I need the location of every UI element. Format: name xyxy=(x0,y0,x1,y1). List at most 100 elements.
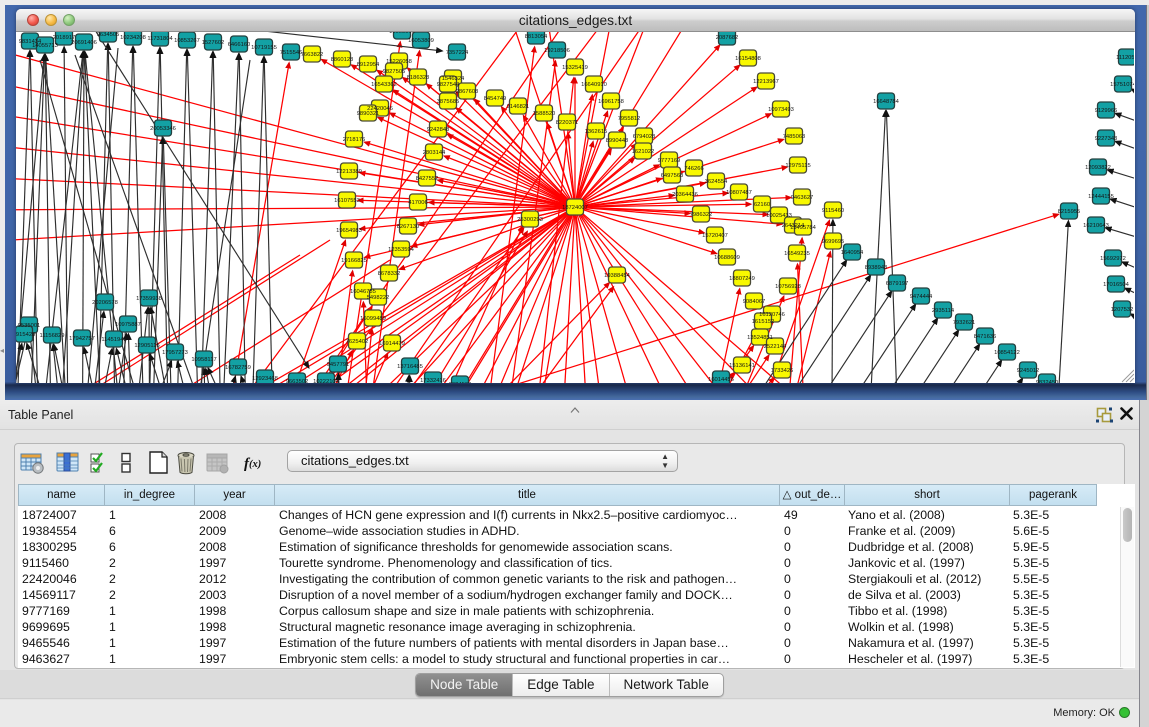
svg-text:9535001: 9535001 xyxy=(18,323,41,329)
svg-text:9832450: 9832450 xyxy=(1036,380,1059,383)
svg-text:1112058: 1112058 xyxy=(1116,55,1134,61)
svg-text:15495784: 15495784 xyxy=(790,225,817,231)
svg-text:10958117: 10958117 xyxy=(191,357,216,363)
svg-text:1733426: 1733426 xyxy=(771,368,794,374)
svg-text:16961758: 16961758 xyxy=(598,99,624,105)
svg-text:17359938: 17359938 xyxy=(136,296,162,302)
svg-text:10719155: 10719155 xyxy=(251,45,277,51)
svg-text:10688609: 10688609 xyxy=(714,255,740,261)
svg-text:8990448: 8990448 xyxy=(606,138,629,144)
svg-text:12923468: 12923468 xyxy=(252,376,278,382)
svg-text:15226058: 15226058 xyxy=(386,59,412,65)
svg-text:15136141: 15136141 xyxy=(729,363,755,369)
svg-text:8912954: 8912954 xyxy=(357,62,380,68)
svg-text:9890321: 9890321 xyxy=(357,111,380,117)
svg-text:9915428: 9915428 xyxy=(16,332,35,338)
svg-text:6879197: 6879197 xyxy=(886,281,909,287)
svg-text:9827505: 9827505 xyxy=(383,69,406,75)
svg-text:10975887: 10975887 xyxy=(115,322,141,328)
svg-text:12905115: 12905115 xyxy=(134,343,159,349)
svg-text:11731804: 11731804 xyxy=(147,36,173,42)
svg-text:6497568: 6497568 xyxy=(661,173,684,179)
svg-text:8186328: 8186328 xyxy=(407,75,430,81)
svg-text:11451948: 11451948 xyxy=(101,337,126,343)
svg-text:16120746: 16120746 xyxy=(759,312,785,318)
svg-text:12353594: 12353594 xyxy=(388,247,415,253)
svg-text:7515546: 7515546 xyxy=(280,50,303,56)
svg-text:6794028: 6794028 xyxy=(633,134,656,140)
svg-text:2718176: 2718176 xyxy=(343,137,366,143)
svg-text:16914479: 16914479 xyxy=(379,341,405,347)
svg-text:12975115: 12975115 xyxy=(785,163,810,169)
svg-text:8427552: 8427552 xyxy=(416,176,439,182)
svg-text:746266: 746266 xyxy=(684,166,703,172)
svg-text:1527602: 1527602 xyxy=(202,40,225,46)
svg-text:16014456: 16014456 xyxy=(708,377,734,383)
svg-text:9084067: 9084067 xyxy=(743,299,766,305)
svg-text:19218506: 19218506 xyxy=(544,48,570,54)
svg-text:3624554: 3624554 xyxy=(705,179,728,185)
svg-text:7625402: 7625402 xyxy=(346,339,369,345)
svg-text:9242848: 9242848 xyxy=(427,127,450,133)
svg-text:16053810: 16053810 xyxy=(389,32,415,35)
svg-text:10025433: 10025433 xyxy=(766,213,792,219)
svg-text:16543362: 16543362 xyxy=(371,82,397,88)
svg-text:10854122: 10854122 xyxy=(994,350,1020,356)
svg-text:20691406: 20691406 xyxy=(71,40,97,46)
svg-text:9129966: 9129966 xyxy=(1095,108,1118,114)
svg-text:7357224: 7357224 xyxy=(446,50,469,56)
svg-text:11156829: 11156829 xyxy=(40,333,65,339)
svg-text:16210643: 16210643 xyxy=(1083,223,1109,229)
svg-text:16648784: 16648784 xyxy=(873,99,900,105)
svg-text:10234208: 10234208 xyxy=(120,35,146,41)
svg-text:1588520: 1588520 xyxy=(533,111,556,117)
svg-text:16099489: 16099489 xyxy=(360,316,386,322)
svg-text:9115460: 9115460 xyxy=(822,208,844,214)
svg-text:12444155: 12444155 xyxy=(1088,194,1114,200)
svg-text:2803144: 2803144 xyxy=(423,150,446,156)
svg-text:12213389: 12213389 xyxy=(336,169,362,175)
svg-text:8215955: 8215955 xyxy=(1058,209,1081,215)
svg-text:9699695: 9699695 xyxy=(822,239,845,245)
svg-text:5498222: 5498222 xyxy=(367,295,390,301)
svg-text:19166825: 19166825 xyxy=(341,258,367,264)
svg-text:10756928: 10756928 xyxy=(775,284,801,290)
svg-text:13524851: 13524851 xyxy=(747,335,773,341)
svg-text:9777169: 9777169 xyxy=(658,158,681,164)
svg-text:1207532: 1207532 xyxy=(1111,307,1134,313)
svg-text:7663822: 7663822 xyxy=(301,52,324,58)
svg-text:8813054: 8813054 xyxy=(525,34,548,40)
svg-text:8220371: 8220371 xyxy=(556,120,579,126)
svg-text:8267130: 8267130 xyxy=(397,224,420,230)
svg-text:15692972: 15692972 xyxy=(1100,256,1126,262)
svg-text:18807249: 18807249 xyxy=(729,276,755,282)
svg-text:7932621: 7932621 xyxy=(953,320,976,326)
svg-text:2522144: 2522144 xyxy=(764,344,787,350)
svg-text:25300293: 25300293 xyxy=(517,217,543,223)
svg-text:20206578: 20206578 xyxy=(92,300,118,306)
svg-text:15325419: 15325419 xyxy=(562,65,588,71)
svg-text:17332416: 17332416 xyxy=(420,378,446,383)
svg-text:9463627: 9463627 xyxy=(791,195,814,201)
svg-text:2867608: 2867608 xyxy=(456,89,479,95)
svg-text:17942757: 17942757 xyxy=(69,336,95,342)
svg-text:10853267: 10853267 xyxy=(174,38,200,44)
svg-text:16107553: 16107553 xyxy=(334,198,360,204)
svg-text:8454749: 8454749 xyxy=(484,96,507,102)
svg-text:9663502: 9663502 xyxy=(286,379,309,383)
svg-text:18724007: 18724007 xyxy=(562,205,588,211)
svg-text:9024502: 9024502 xyxy=(449,382,472,383)
svg-text:10973493: 10973493 xyxy=(768,107,794,113)
svg-text:19654983: 19654983 xyxy=(336,228,362,234)
svg-text:9457791: 9457791 xyxy=(327,362,350,368)
svg-text:8471636: 8471636 xyxy=(974,334,997,340)
svg-text:16549235: 16549235 xyxy=(784,251,810,257)
svg-text:9474444: 9474444 xyxy=(910,294,933,300)
svg-text:8678332: 8678332 xyxy=(378,271,401,277)
svg-text:2087682: 2087682 xyxy=(716,35,739,41)
svg-text:17957273: 17957273 xyxy=(162,350,188,356)
svg-text:9245012: 9245012 xyxy=(1017,368,1040,374)
svg-text:14055713: 14055713 xyxy=(32,43,58,49)
svg-text:15751074: 15751074 xyxy=(1110,82,1134,88)
svg-text:20364436: 20364436 xyxy=(672,192,698,198)
